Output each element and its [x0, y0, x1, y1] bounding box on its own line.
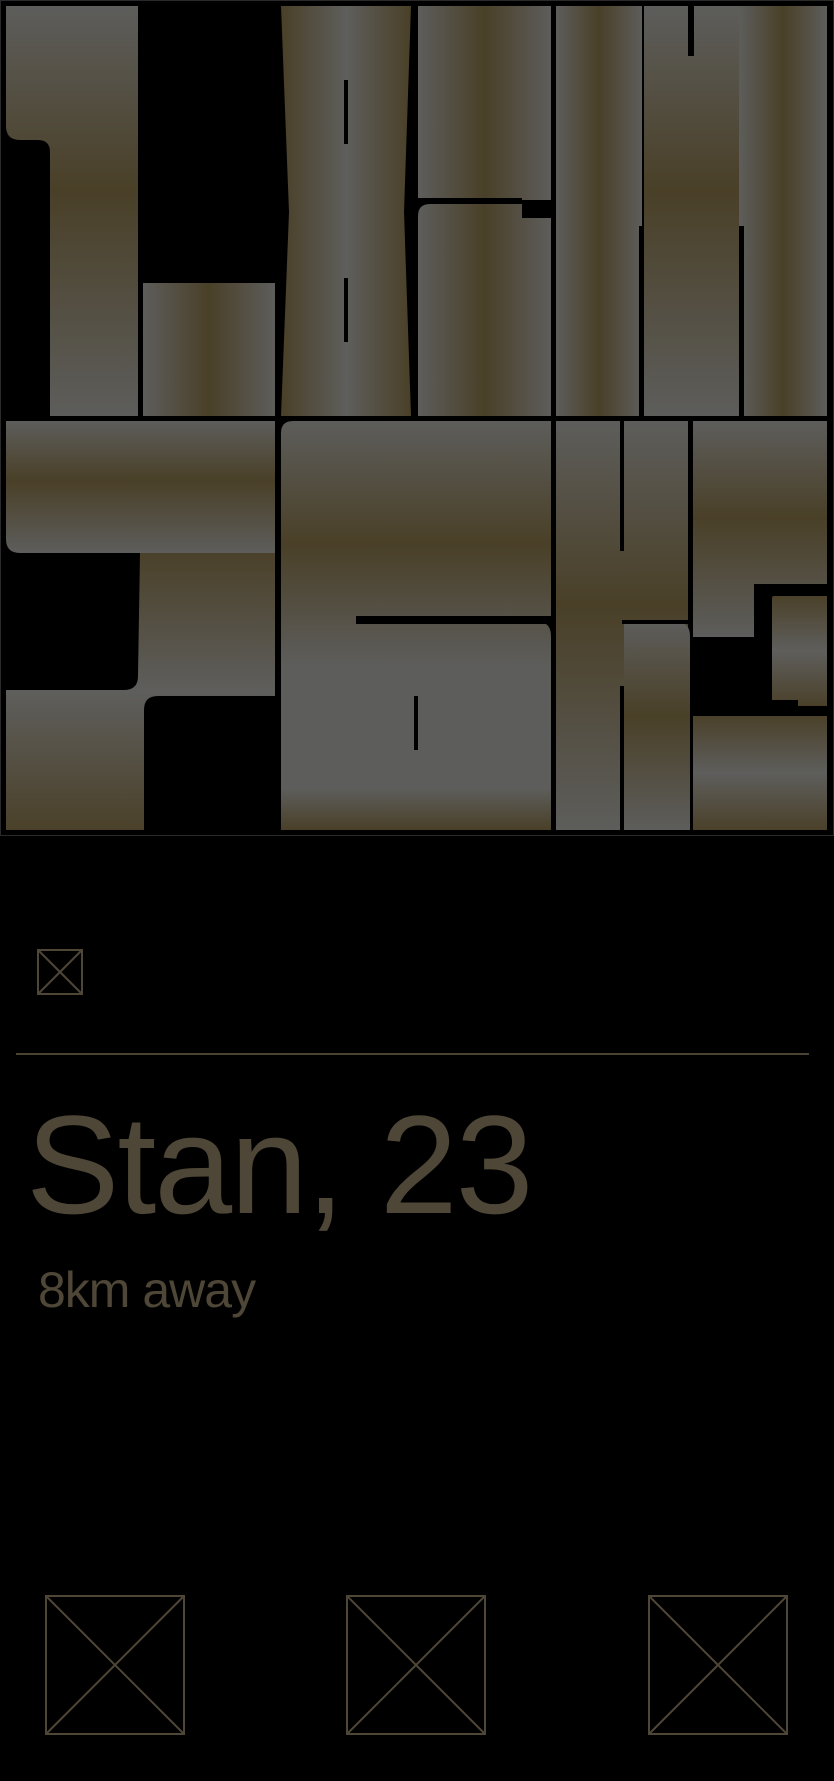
profile-distance: 8km away: [38, 1262, 256, 1318]
action-button-left[interactable]: [45, 1595, 185, 1735]
image-placeholder-icon: [45, 1595, 185, 1735]
section-divider: [16, 1053, 809, 1055]
action-button-center[interactable]: [346, 1595, 486, 1735]
action-bar: [0, 1595, 834, 1735]
profile-name-age: Stan, 23: [26, 1086, 534, 1243]
image-placeholder-icon: [648, 1595, 788, 1735]
profile-photo-artwork: [0, 0, 834, 836]
image-placeholder-icon[interactable]: [37, 949, 83, 995]
profile-photo[interactable]: [0, 0, 834, 836]
image-placeholder-icon: [346, 1595, 486, 1735]
action-button-right[interactable]: [648, 1595, 788, 1735]
